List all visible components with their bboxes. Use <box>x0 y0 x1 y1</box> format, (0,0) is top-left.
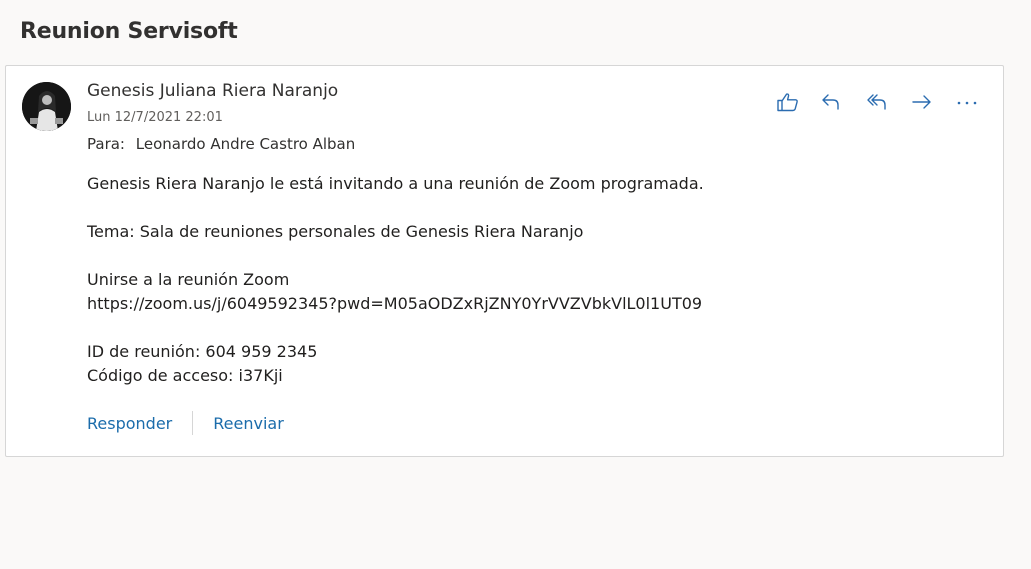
forward-link[interactable]: Reenviar <box>213 414 284 433</box>
recipient-line: Para: Leonardo Andre Castro Alban <box>87 135 355 153</box>
body-intro: Genesis Riera Naranjo le está invitando … <box>87 174 704 193</box>
message-body: Genesis Riera Naranjo le está invitando … <box>87 172 704 388</box>
join-url[interactable]: https://zoom.us/j/6049592345?pwd=M05aODZ… <box>87 292 704 316</box>
sender-name[interactable]: Genesis Juliana Riera Naranjo <box>87 81 338 101</box>
reply-link[interactable]: Responder <box>87 414 172 433</box>
forward-button[interactable] <box>911 90 956 114</box>
message-date: Lun 12/7/2021 22:01 <box>87 110 223 125</box>
reply-icon <box>822 94 839 110</box>
join-label: Unirse a la reunión Zoom <box>87 270 290 289</box>
passcode: Código de acceso: i37Kji <box>87 366 283 385</box>
sender-avatar[interactable] <box>22 82 71 131</box>
message-actions <box>776 90 1001 114</box>
avatar-photo <box>22 82 71 131</box>
more-actions-button[interactable] <box>956 90 1001 114</box>
message-card: Genesis Juliana Riera Naranjo Lun 12/7/2… <box>5 65 1004 457</box>
body-topic: Tema: Sala de reuniones personales de Ge… <box>87 222 584 241</box>
reply-all-icon <box>867 94 886 110</box>
email-subject: Reunion Servisoft <box>20 19 238 44</box>
recipient-name[interactable]: Leonardo Andre Castro Alban <box>136 135 356 153</box>
meeting-id: ID de reunión: 604 959 2345 <box>87 342 318 361</box>
like-button[interactable] <box>776 90 821 114</box>
reply-bar: Responder Reenviar <box>87 409 284 437</box>
more-icon <box>957 101 977 105</box>
join-block: Unirse a la reunión Zoom https://zoom.us… <box>87 268 704 316</box>
forward-icon <box>912 95 931 109</box>
reply-bar-divider <box>192 411 194 435</box>
like-icon <box>777 93 798 112</box>
meeting-details: ID de reunión: 604 959 2345 Código de ac… <box>87 340 704 388</box>
reply-button[interactable] <box>821 90 866 114</box>
to-label: Para: <box>87 135 125 153</box>
reply-all-button[interactable] <box>866 90 911 114</box>
